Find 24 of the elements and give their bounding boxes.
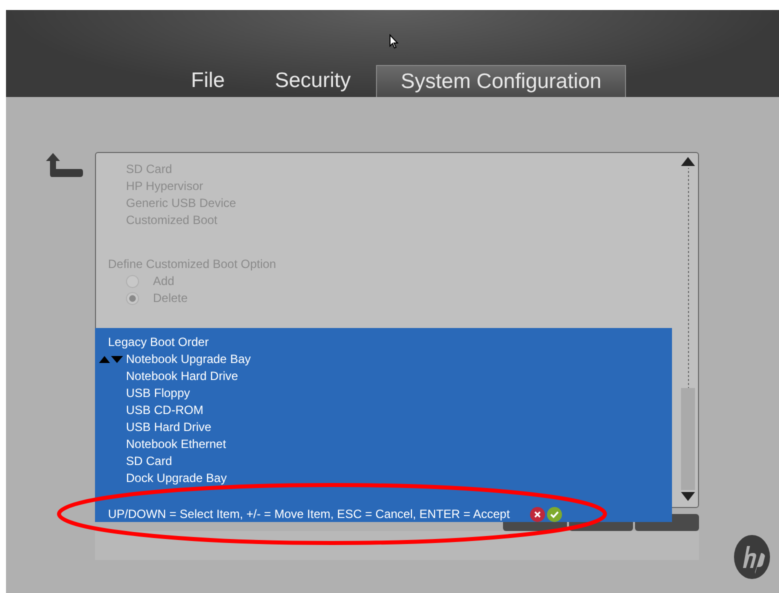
boot-order-item[interactable]: USB Hard Drive: [126, 419, 212, 436]
scrollbar-track[interactable]: [681, 168, 695, 490]
radio-button[interactable]: [126, 292, 139, 305]
menu-tab[interactable]: File: [166, 65, 250, 97]
boot-order-item[interactable]: Notebook Upgrade Bay: [126, 351, 251, 368]
boot-order-item[interactable]: Notebook Ethernet: [126, 436, 226, 453]
mouse-cursor-icon: [389, 34, 399, 49]
scroll-down-icon[interactable]: [681, 492, 695, 501]
boot-order-item[interactable]: USB Floppy: [126, 385, 190, 402]
boot-order-item[interactable]: Notebook Hard Drive: [126, 368, 238, 385]
help-text: UP/DOWN = Select Item, +/- = Move Item, ESC = Cancel, ENTER = Accept: [108, 506, 510, 522]
scrollbar-thumb[interactable]: [681, 388, 695, 490]
cancel-icon[interactable]: [530, 506, 545, 522]
radio-button[interactable]: [126, 275, 139, 288]
menu-tab[interactable]: System Configuration: [376, 65, 626, 97]
boot-order-item[interactable]: SD Card: [126, 453, 172, 470]
accept-icon[interactable]: [546, 506, 562, 522]
menu-tab[interactable]: Security: [250, 65, 376, 97]
boot-order-item[interactable]: Dock Upgrade Bay: [126, 470, 227, 487]
scroll-up-icon[interactable]: [681, 157, 695, 166]
back-arrow-icon[interactable]: [45, 152, 83, 178]
boot-order-item[interactable]: USB CD-ROM: [126, 402, 204, 419]
popup-title: Legacy Boot Order: [108, 334, 209, 351]
logo-icon: [733, 534, 771, 580]
